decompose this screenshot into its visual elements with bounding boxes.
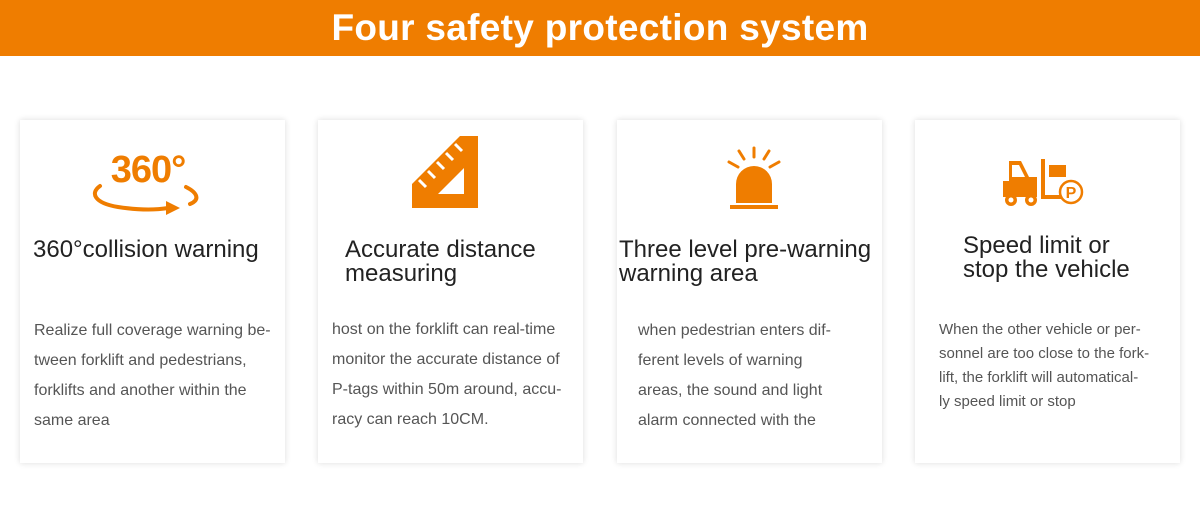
card-title-line: Accurate distance <box>345 236 536 263</box>
card-description-line: forklifts and another within the <box>34 382 247 399</box>
feature-card-distance-measuring: Accurate distance measuring host on the … <box>318 120 583 463</box>
card-description-line: ly speed limit or stop <box>939 393 1076 410</box>
warning-beacon-icon <box>727 146 781 209</box>
card-description: when pedestrian enters dif- ferent level… <box>638 316 831 436</box>
card-description-line: host on the forklift can real-time <box>332 321 556 338</box>
card-description-line: lift, the forklift will automatical- <box>939 369 1139 386</box>
feature-card-pre-warning: Three level pre-warning warning area whe… <box>617 120 882 463</box>
card-description-line: P-tags within 50m around, accu- <box>332 381 562 398</box>
card-description-line: When the other vehicle or per- <box>939 321 1141 338</box>
card-title: 360°collision warning <box>33 238 259 262</box>
feature-card-speed-limit: P Speed limit or stop the vehicle When t… <box>915 120 1180 463</box>
card-title-line: Speed limit or <box>963 232 1110 259</box>
card-title: Three level pre-warning warning area <box>619 238 881 286</box>
card-description-line: alarm connected with the <box>638 412 816 429</box>
360-rotation-icon: 360° <box>92 149 199 215</box>
card-title-line: warning area <box>619 260 758 287</box>
card-description-line: racy can reach 10CM. <box>332 411 489 428</box>
card-title-line: 360°collision warning <box>33 236 259 263</box>
card-description: Realize full coverage warning be- tween … <box>34 316 271 436</box>
card-title: Accurate distance measuring <box>345 238 536 286</box>
card-description-line: monitor the accurate distance of <box>332 351 560 368</box>
360-icon-text: 360° <box>111 149 186 191</box>
card-description-line: ferent levels of warning <box>638 352 803 369</box>
card-title-line: measuring <box>345 260 458 287</box>
svg-text:P: P <box>1066 185 1077 202</box>
card-description-line: when pedestrian enters dif- <box>638 322 831 339</box>
card-title: Speed limit or stop the vehicle <box>963 234 1130 282</box>
feature-card-collision-warning: 360° 360°collision warning Realize full … <box>20 120 285 463</box>
card-description-line: areas, the sound and light <box>638 382 823 399</box>
header-banner: Four safety protection system <box>0 0 1200 56</box>
card-title-line: stop the vehicle <box>963 256 1130 283</box>
page-title: Four safety protection system <box>331 7 869 48</box>
card-description-line: tween forklift and pedestrians, <box>34 352 247 369</box>
card-description: host on the forklift can real-time monit… <box>332 315 561 435</box>
card-description-line: Realize full coverage warning be- <box>34 322 271 339</box>
card-description-line: sonnel are too close to the fork- <box>939 345 1150 362</box>
card-description: When the other vehicle or per- sonnel ar… <box>939 318 1149 414</box>
card-description-line: same area <box>34 412 110 429</box>
forklift-parking-icon: P <box>1003 159 1084 206</box>
card-title-line: Three level pre-warning <box>619 236 872 263</box>
triangle-ruler-icon <box>412 136 478 208</box>
